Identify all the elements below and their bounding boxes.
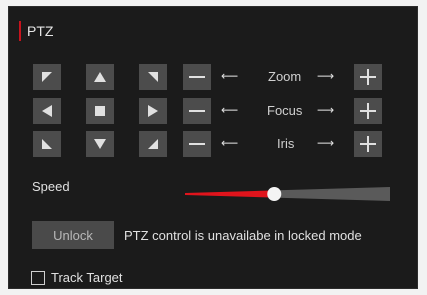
slider-inactive-fill: [274, 187, 390, 201]
ptz-home-button[interactable]: [86, 98, 114, 124]
right-arrow-icon: ⟶: [317, 103, 335, 117]
arrow-right-icon: [148, 105, 158, 117]
header-accent-bar: [19, 21, 21, 41]
unlock-button[interactable]: Unlock: [32, 221, 114, 249]
minus-icon: [189, 143, 205, 145]
zoom-label: Zoom: [268, 69, 302, 84]
right-arrow-icon: ⟶: [317, 136, 335, 150]
minus-icon: [189, 110, 205, 112]
minus-icon: [189, 76, 205, 78]
track-target-label: Track Target: [51, 270, 123, 285]
speed-slider-track: [185, 187, 390, 201]
plus-icon: [360, 103, 376, 119]
right-arrow-icon: ⟶: [317, 69, 335, 83]
plus-icon: [360, 69, 376, 85]
arrow-down-right-icon: [148, 139, 158, 149]
focus-near-button[interactable]: [183, 98, 211, 124]
plus-icon: [360, 136, 376, 152]
pan-up-button[interactable]: [86, 64, 114, 90]
zoom-out-button[interactable]: [183, 64, 211, 90]
left-arrow-icon: ⟵: [221, 69, 239, 83]
slider-active-fill: [185, 190, 275, 198]
arrow-up-left-icon: [42, 72, 52, 82]
arrow-down-left-icon: [42, 139, 52, 149]
arrow-up-icon: [94, 72, 106, 82]
left-arrow-icon: ⟵: [221, 103, 239, 117]
focus-far-button[interactable]: [354, 98, 382, 124]
focus-label: Focus: [267, 103, 303, 118]
pan-down-right-button[interactable]: [139, 131, 167, 157]
iris-open-button[interactable]: [354, 131, 382, 157]
slider-knob[interactable]: [267, 187, 282, 201]
track-target-checkbox[interactable]: [31, 271, 45, 285]
iris-label: Iris: [277, 136, 295, 151]
ptz-panel: PTZ ⟵ Zoom ⟶ ⟵ Focus ⟶ ⟵ Iris ⟶ Speed Un…: [8, 6, 418, 289]
pan-up-left-button[interactable]: [33, 64, 61, 90]
pan-down-left-button[interactable]: [33, 131, 61, 157]
pan-left-button[interactable]: [33, 98, 61, 124]
speed-slider[interactable]: [185, 187, 390, 201]
panel-title: PTZ: [27, 23, 54, 39]
iris-close-button[interactable]: [183, 131, 211, 157]
lock-status-message: PTZ control is unavailabe in locked mode: [124, 228, 362, 243]
zoom-in-button[interactable]: [354, 64, 382, 90]
arrow-left-icon: [42, 105, 52, 117]
arrow-down-icon: [94, 139, 106, 149]
speed-label: Speed: [32, 179, 70, 194]
arrow-up-right-icon: [148, 72, 158, 82]
left-arrow-icon: ⟵: [221, 136, 239, 150]
pan-right-button[interactable]: [139, 98, 167, 124]
stop-square-icon: [95, 106, 105, 116]
pan-up-right-button[interactable]: [139, 64, 167, 90]
pan-down-button[interactable]: [86, 131, 114, 157]
